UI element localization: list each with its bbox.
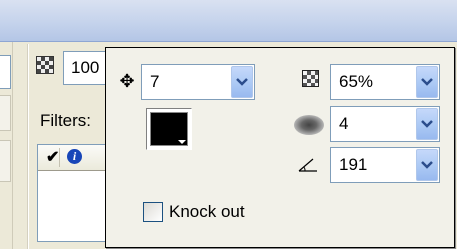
swatch-dropdown-icon bbox=[178, 140, 186, 144]
edge-control[interactable] bbox=[0, 95, 11, 131]
info-icon[interactable]: i bbox=[67, 149, 82, 164]
chevron-down-icon bbox=[421, 78, 433, 86]
strength-combo[interactable]: 65% bbox=[330, 64, 440, 100]
chevron-down-icon bbox=[421, 120, 433, 128]
angle-combo[interactable]: 191 bbox=[330, 147, 440, 183]
angle-value[interactable]: 191 bbox=[339, 155, 367, 175]
strength-dropdown-button[interactable] bbox=[416, 66, 438, 98]
color-fill bbox=[150, 112, 188, 146]
angle-dropdown-button[interactable] bbox=[416, 149, 438, 181]
chevron-down-icon bbox=[236, 78, 248, 86]
blur-dropdown-button[interactable] bbox=[416, 108, 438, 140]
distance-combo[interactable]: 7 bbox=[141, 64, 255, 100]
blur-combo[interactable]: 4 bbox=[330, 106, 440, 142]
checkmark-icon[interactable]: ✔ bbox=[46, 147, 59, 167]
panel-title-bar bbox=[0, 0, 457, 42]
shadow-color-swatch[interactable] bbox=[146, 108, 192, 150]
knockout-label[interactable]: Knock out bbox=[169, 202, 245, 222]
alpha-icon bbox=[36, 56, 54, 74]
checkerboard-icon bbox=[302, 70, 319, 87]
filters-label: Filters: bbox=[40, 111, 91, 130]
knockout-option[interactable]: Knock out bbox=[143, 201, 245, 223]
strength-value[interactable]: 65% bbox=[339, 72, 373, 92]
panel-divider bbox=[27, 44, 29, 249]
chevron-down-icon bbox=[421, 161, 433, 169]
edge-control[interactable] bbox=[0, 140, 11, 182]
edge-control[interactable] bbox=[0, 55, 11, 89]
knockout-checkbox[interactable] bbox=[143, 202, 163, 222]
distance-value[interactable]: 7 bbox=[150, 72, 159, 92]
distance-dropdown-button[interactable] bbox=[231, 66, 253, 98]
blur-value[interactable]: 4 bbox=[339, 114, 348, 134]
column-divider bbox=[59, 148, 60, 167]
move-arrows-icon: ✥ bbox=[119, 71, 135, 91]
alpha-input[interactable]: 100 bbox=[63, 51, 111, 85]
blur-icon bbox=[294, 115, 324, 135]
angle-icon bbox=[298, 158, 317, 172]
